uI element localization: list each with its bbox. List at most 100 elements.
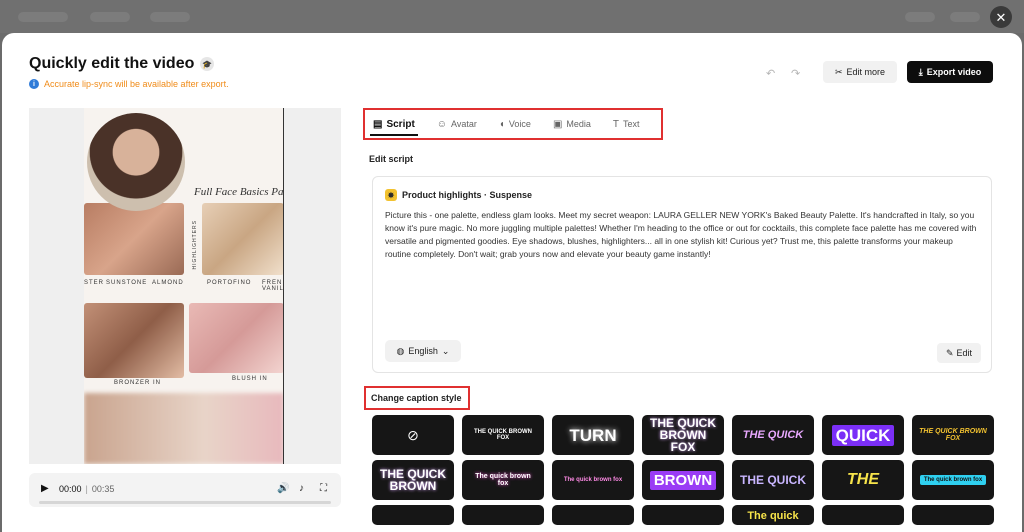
- background-app-bar: [0, 0, 1024, 33]
- swatch-image: [84, 303, 184, 378]
- edit-more-button[interactable]: ✂ Edit more: [823, 61, 897, 83]
- caption-style-text: BROWN: [649, 470, 717, 490]
- caption-style-text: THE: [847, 471, 879, 488]
- pencil-icon: ✎: [945, 347, 954, 358]
- tab-script[interactable]: ▤ Script: [370, 110, 418, 138]
- tab-label: Script: [386, 118, 415, 130]
- video-frame: Full Face Basics Pal HIGHLIGHTERS STER S…: [84, 108, 284, 464]
- caption-style-none[interactable]: ⊘: [372, 415, 454, 455]
- caption-style-tile[interactable]: [552, 505, 634, 525]
- caption-style-tile[interactable]: [462, 505, 544, 525]
- tab-media[interactable]: ▣ Media: [553, 110, 591, 138]
- swatch-label: BLUSH IN: [232, 376, 268, 382]
- swatch-label: FREN VANIL: [262, 280, 284, 292]
- caption-style-tile[interactable]: The quick brown fox: [912, 460, 994, 500]
- export-video-button[interactable]: ⤓ Export video: [907, 61, 993, 83]
- caption-style-tile[interactable]: [822, 505, 904, 525]
- caption-style-text: The quick: [747, 510, 799, 522]
- caption-style-tile[interactable]: The quick brown fox: [462, 460, 544, 500]
- info-icon: i: [29, 79, 39, 89]
- caption-style-tile[interactable]: BROWN: [642, 460, 724, 500]
- sparkle-icon: ✸: [385, 189, 397, 201]
- tiktok-icon[interactable]: ♪: [299, 483, 304, 494]
- swatch-vertical-label: HIGHLIGHTERS: [192, 220, 198, 270]
- editor-tabs: ▤ Script ☺ Avatar ◖ Voice ▣ Media T Text: [363, 108, 663, 140]
- caption-style-heading: Change caption style: [364, 386, 470, 410]
- tab-text[interactable]: T Text: [613, 110, 640, 138]
- background-blob: [18, 12, 68, 22]
- caption-style-tile[interactable]: [642, 505, 724, 525]
- video-preview[interactable]: Full Face Basics Pal HIGHLIGHTERS STER S…: [29, 108, 341, 464]
- tab-avatar[interactable]: ☺ Avatar: [437, 110, 477, 138]
- caption-style-tile[interactable]: THE QUICK BROWN FOX: [912, 415, 994, 455]
- background-blob: [150, 12, 190, 22]
- caption-style-tile[interactable]: The quick brown fox: [552, 460, 634, 500]
- lip-sync-notice: i Accurate lip-sync will be available af…: [29, 79, 229, 89]
- graduation-cap-icon[interactable]: 🎓: [200, 57, 215, 71]
- tab-voice[interactable]: ◖ Voice: [499, 110, 531, 138]
- swatch-image: [202, 203, 283, 275]
- caption-style-text: The quick brown fox: [475, 473, 531, 487]
- script-editor[interactable]: ✸ Product highlights · Suspense Picture …: [372, 176, 992, 373]
- duration: 00:35: [91, 484, 115, 494]
- caption-style-tile[interactable]: THE QUICK BROWN FOX: [642, 415, 724, 455]
- video-controls: ▶ 00:00 | 00:35 🔊 ♪ ⛶: [29, 473, 341, 507]
- edit-script-button[interactable]: ✎ Edit: [937, 343, 981, 363]
- caption-style-tile[interactable]: THE QUICK: [732, 460, 814, 500]
- swatch-image: [84, 203, 184, 275]
- notice-text: Accurate lip-sync will be available afte…: [44, 79, 229, 89]
- palette-heading: Full Face Basics Pal: [194, 186, 284, 198]
- globe-icon: ◍: [396, 345, 405, 356]
- tab-label: Text: [623, 119, 640, 129]
- caption-style-tile[interactable]: QUICK: [822, 415, 904, 455]
- time-readout: 00:00 | 00:35: [59, 484, 114, 494]
- caption-style-text: THE QUICK BROWN: [380, 467, 446, 493]
- caption-style-tile[interactable]: [372, 505, 454, 525]
- swatch-label: STER: [84, 280, 105, 286]
- video-progress-bar[interactable]: [39, 501, 331, 504]
- swatch-label: ALMOND: [152, 280, 184, 286]
- tab-label: Voice: [508, 119, 531, 129]
- background-blob: [950, 12, 980, 22]
- script-text[interactable]: Picture this - one palette, endless glam…: [385, 209, 981, 261]
- language-select[interactable]: ◍ English ⌄: [385, 340, 461, 362]
- background-blob: [905, 12, 935, 22]
- caption-style-text: THE QUICK BROWN FOX: [919, 428, 987, 442]
- close-button[interactable]: ✕: [990, 6, 1012, 28]
- tab-label: Media: [566, 119, 591, 129]
- close-icon: ✕: [995, 9, 1007, 25]
- caption-style-text: TURN: [569, 425, 617, 445]
- undo-icon[interactable]: ↶: [766, 67, 775, 80]
- caption-style-tile[interactable]: THE QUICK BROWN: [372, 460, 454, 500]
- volume-icon[interactable]: 🔊: [277, 483, 289, 494]
- text-icon: T: [612, 118, 620, 130]
- caption-style-text: THE QUICK BROWN FOX: [474, 429, 532, 441]
- page-title-text: Quickly edit the video: [29, 55, 195, 72]
- swatch-blurred: [84, 393, 283, 464]
- voice-icon: ◖: [498, 118, 505, 130]
- caption-style-tile[interactable]: THE QUICK BROWN FOX: [462, 415, 544, 455]
- avatar-face: [87, 113, 185, 211]
- caption-style-tile[interactable]: THE QUICK: [732, 415, 814, 455]
- fullscreen-icon[interactable]: ⛶: [320, 483, 327, 494]
- current-time: 00:00: [59, 484, 82, 494]
- swatch-label: BRONZER IN: [114, 380, 162, 386]
- play-icon[interactable]: ▶: [41, 483, 49, 494]
- swatch-image: [189, 303, 283, 373]
- caption-style-tile[interactable]: TURN: [552, 415, 634, 455]
- caption-style-tile[interactable]: THE: [822, 460, 904, 500]
- caption-style-text: The quick brown fox: [919, 475, 987, 485]
- avatar-icon: ☺: [436, 118, 448, 130]
- caption-style-tile[interactable]: The quick: [732, 505, 814, 525]
- media-icon: ▣: [552, 118, 563, 130]
- no-caption-icon: ⊘: [407, 427, 419, 443]
- caption-style-text: QUICK: [831, 424, 895, 446]
- caption-style-tile[interactable]: [912, 505, 994, 525]
- chevron-down-icon: ⌄: [441, 345, 450, 356]
- caption-style-grid: ⊘ THE QUICK BROWN FOX TURN THE QUICK BROWN …: [372, 415, 996, 525]
- language-value: English: [408, 346, 438, 356]
- redo-icon[interactable]: ↷: [791, 67, 800, 80]
- swatch-label: SUNSTONE: [106, 280, 148, 286]
- script-template-title: ✸ Product highlights · Suspense: [385, 189, 532, 201]
- background-blob: [90, 12, 130, 22]
